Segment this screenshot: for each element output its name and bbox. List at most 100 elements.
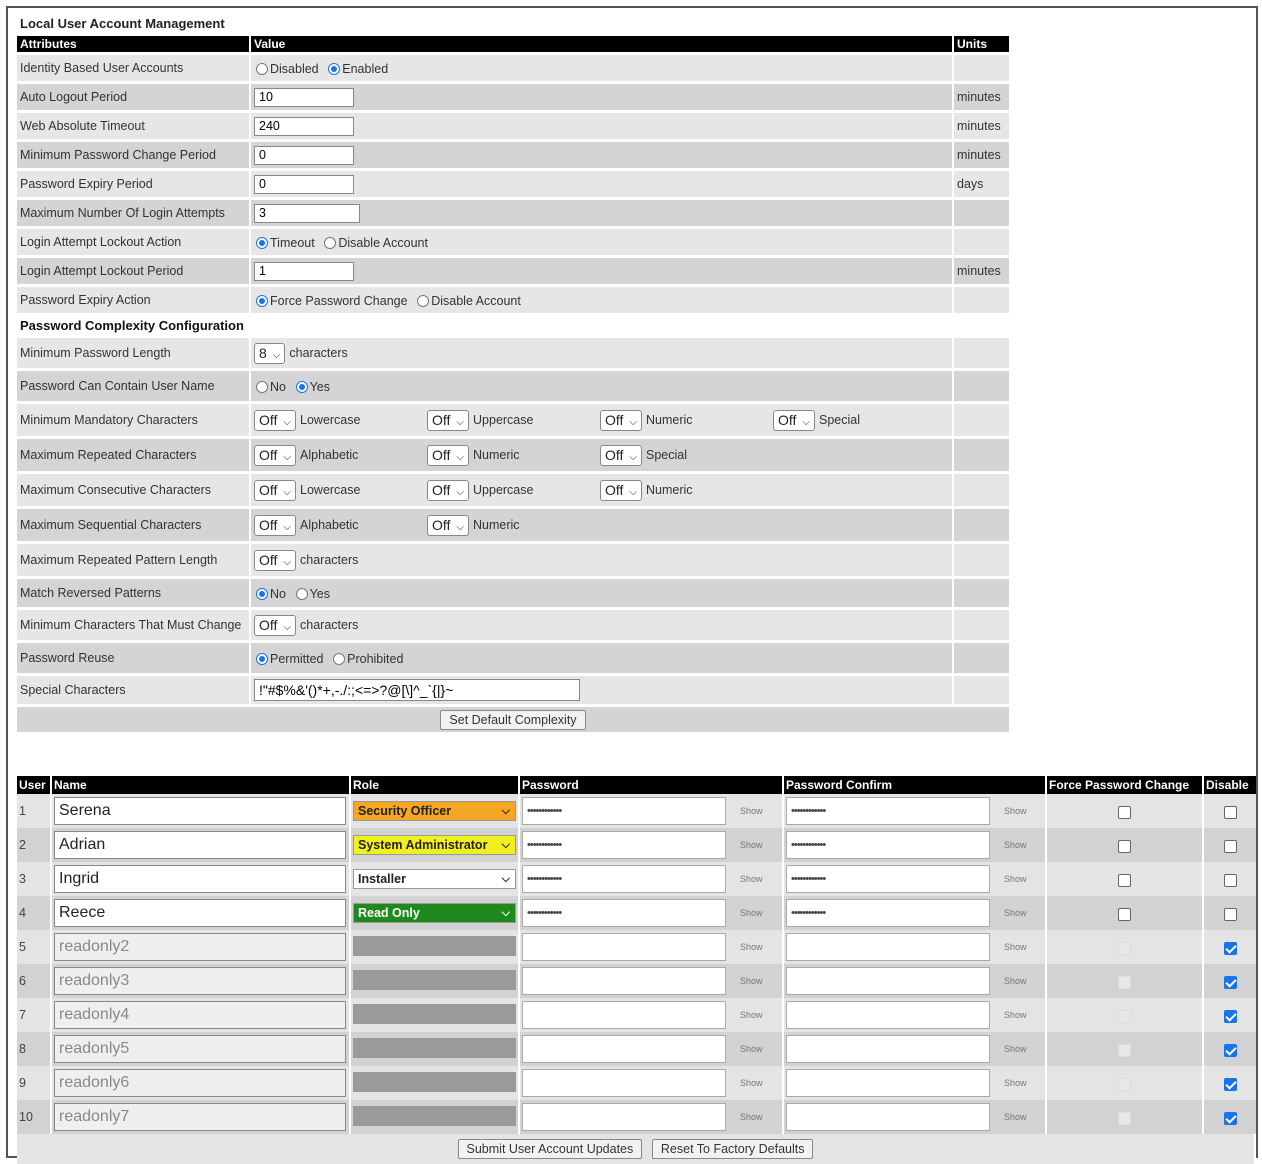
- user-password-confirm-input[interactable]: [786, 1001, 990, 1029]
- user-name-input[interactable]: [54, 1001, 346, 1029]
- user-password-confirm-input[interactable]: [786, 1103, 990, 1131]
- user-password-input[interactable]: [522, 1035, 726, 1063]
- user-password-confirm-input[interactable]: [786, 1069, 990, 1097]
- user-name-input[interactable]: [54, 933, 346, 961]
- user-role-select[interactable]: Security Officer ⌵: [353, 801, 516, 821]
- max-sequential-alpha-select[interactable]: Off ⌵: [254, 514, 297, 536]
- user-password-input[interactable]: ••••••••••••: [522, 865, 726, 893]
- special-chars-input[interactable]: [254, 679, 580, 701]
- password-confirm-show-button[interactable]: Show: [1004, 1112, 1027, 1122]
- max-repeated-numeric-select[interactable]: Off ⌵: [427, 444, 470, 466]
- user-password-input[interactable]: [522, 933, 726, 961]
- user-password-confirm-input[interactable]: ••••••••••••: [786, 865, 990, 893]
- force-password-change-checkbox[interactable]: [1118, 907, 1131, 921]
- min-mandatory-upper-select[interactable]: Off ⌵: [427, 409, 470, 431]
- password-show-button[interactable]: Show: [740, 908, 763, 918]
- password-show-button[interactable]: Show: [740, 1078, 763, 1088]
- user-name-input[interactable]: [54, 865, 346, 893]
- web-timeout-input[interactable]: [254, 116, 354, 136]
- pw-expiry-input[interactable]: [254, 174, 354, 194]
- disable-user-checkbox[interactable]: [1223, 873, 1237, 887]
- submit-user-updates-button[interactable]: Submit User Account Updates: [457, 1139, 643, 1159]
- min-length-select[interactable]: 8 ⌵: [254, 342, 286, 364]
- min-mandatory-numeric-select[interactable]: Off ⌵: [600, 409, 643, 431]
- disable-user-checkbox[interactable]: [1223, 907, 1237, 921]
- disable-user-checkbox[interactable]: [1223, 1009, 1237, 1023]
- user-name-input[interactable]: [54, 1069, 346, 1097]
- user-name-input[interactable]: [54, 797, 346, 825]
- password-confirm-show-button[interactable]: Show: [1004, 806, 1027, 816]
- user-password-input[interactable]: [522, 1103, 726, 1131]
- user-role-select[interactable]: System Administrator ⌵: [353, 835, 516, 855]
- user-password-confirm-input[interactable]: [786, 1035, 990, 1063]
- match-reversed-yes-radio[interactable]: [295, 587, 308, 600]
- password-show-button[interactable]: Show: [740, 840, 763, 850]
- password-confirm-show-button[interactable]: Show: [1004, 1010, 1027, 1020]
- force-password-change-checkbox[interactable]: [1118, 805, 1131, 819]
- contain-user-yes-radio[interactable]: [295, 380, 308, 393]
- max-consecutive-numeric-select[interactable]: Off ⌵: [600, 479, 643, 501]
- disable-user-checkbox[interactable]: [1223, 1077, 1237, 1091]
- match-reversed-no-radio[interactable]: [256, 587, 268, 600]
- password-confirm-show-button[interactable]: Show: [1004, 976, 1027, 986]
- password-show-button[interactable]: Show: [740, 1112, 763, 1122]
- reset-factory-defaults-button[interactable]: Reset To Factory Defaults: [651, 1139, 814, 1159]
- password-confirm-show-button[interactable]: Show: [1004, 840, 1027, 850]
- max-sequential-numeric-select[interactable]: Off ⌵: [427, 514, 470, 536]
- password-show-button[interactable]: Show: [740, 806, 763, 816]
- user-password-confirm-input[interactable]: ••••••••••••: [786, 831, 990, 859]
- lockout-period-input[interactable]: [254, 261, 354, 281]
- min-mandatory-special-select[interactable]: Off ⌵: [773, 409, 816, 431]
- set-default-complexity-button[interactable]: Set Default Complexity: [440, 709, 586, 730]
- max-repeated-alpha-select[interactable]: Off ⌵: [254, 444, 297, 466]
- user-password-confirm-input[interactable]: ••••••••••••: [786, 899, 990, 927]
- min-change-select[interactable]: Off ⌵: [254, 614, 297, 636]
- user-name-input[interactable]: [54, 899, 346, 927]
- user-password-confirm-input[interactable]: ••••••••••••: [786, 797, 990, 825]
- user-name-input[interactable]: [54, 1035, 346, 1063]
- contain-user-no-radio[interactable]: [256, 380, 268, 393]
- lockout-timeout-radio[interactable]: [256, 236, 268, 249]
- disable-user-checkbox[interactable]: [1223, 839, 1237, 853]
- lockout-disable-radio[interactable]: [324, 236, 337, 249]
- password-confirm-show-button[interactable]: Show: [1004, 1044, 1027, 1054]
- max-login-input[interactable]: [254, 203, 360, 223]
- user-password-input[interactable]: ••••••••••••: [522, 797, 726, 825]
- user-name-input[interactable]: [54, 1103, 346, 1131]
- password-show-button[interactable]: Show: [740, 1010, 763, 1020]
- user-password-input[interactable]: [522, 1069, 726, 1097]
- force-password-change-checkbox[interactable]: [1118, 839, 1131, 853]
- reuse-prohibited-radio[interactable]: [333, 652, 346, 665]
- identity-disabled-radio[interactable]: [256, 62, 268, 75]
- force-password-change-checkbox[interactable]: [1118, 873, 1131, 887]
- expiry-force-radio[interactable]: [256, 294, 268, 307]
- auto-logout-input[interactable]: [254, 87, 354, 107]
- disable-user-checkbox[interactable]: [1223, 975, 1237, 989]
- max-consecutive-upper-select[interactable]: Off ⌵: [427, 479, 470, 501]
- password-show-button[interactable]: Show: [740, 874, 763, 884]
- max-consecutive-lower-select[interactable]: Off ⌵: [254, 479, 297, 501]
- user-password-input[interactable]: [522, 1001, 726, 1029]
- min-pw-change-input[interactable]: [254, 145, 354, 165]
- password-show-button[interactable]: Show: [740, 1044, 763, 1054]
- password-confirm-show-button[interactable]: Show: [1004, 942, 1027, 952]
- disable-user-checkbox[interactable]: [1223, 941, 1237, 955]
- disable-user-checkbox[interactable]: [1223, 1111, 1237, 1125]
- user-role-select[interactable]: Read Only ⌵: [353, 903, 516, 923]
- user-name-input[interactable]: [54, 967, 346, 995]
- user-password-confirm-input[interactable]: [786, 933, 990, 961]
- max-repeated-special-select[interactable]: Off ⌵: [600, 444, 643, 466]
- identity-enabled-radio[interactable]: [328, 62, 341, 75]
- reuse-permitted-radio[interactable]: [256, 652, 268, 665]
- password-show-button[interactable]: Show: [740, 976, 763, 986]
- user-password-input[interactable]: ••••••••••••: [522, 831, 726, 859]
- max-pattern-select[interactable]: Off ⌵: [254, 549, 297, 571]
- min-mandatory-lower-select[interactable]: Off ⌵: [254, 409, 297, 431]
- user-password-input[interactable]: ••••••••••••: [522, 899, 726, 927]
- user-role-select[interactable]: Installer ⌵: [353, 869, 516, 889]
- password-confirm-show-button[interactable]: Show: [1004, 1078, 1027, 1088]
- disable-user-checkbox[interactable]: [1223, 805, 1237, 819]
- user-name-input[interactable]: [54, 831, 346, 859]
- password-show-button[interactable]: Show: [740, 942, 763, 952]
- password-confirm-show-button[interactable]: Show: [1004, 908, 1027, 918]
